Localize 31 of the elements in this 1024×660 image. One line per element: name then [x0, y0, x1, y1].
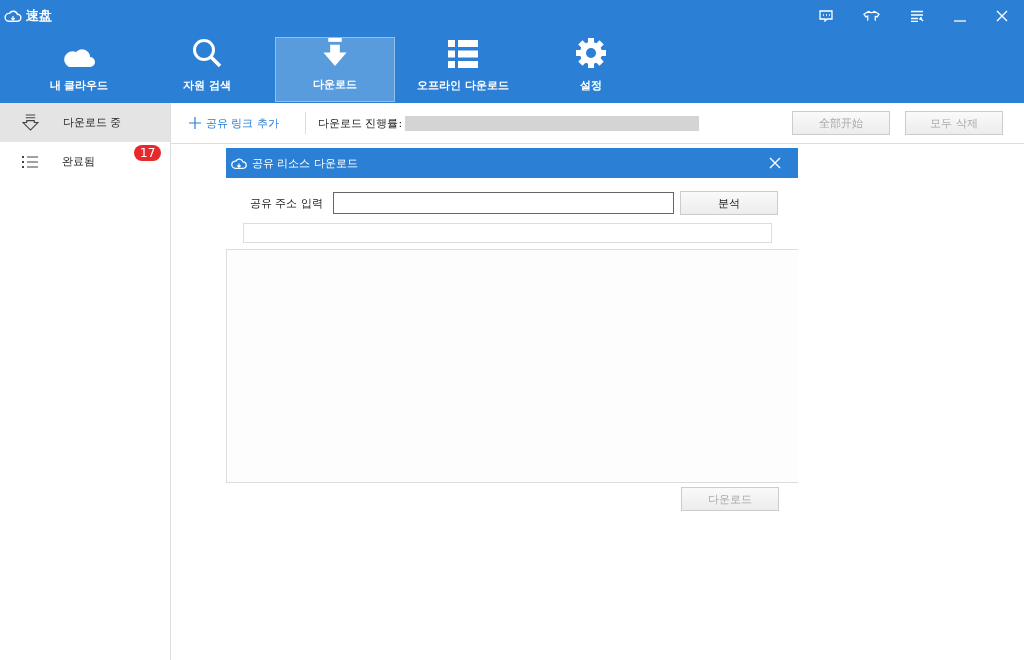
dialog-title: 공유 리소스 다운로드: [252, 155, 358, 171]
nav-tab[interactable]: 오프라인 다운로드: [403, 37, 523, 102]
cloud-icon: [4, 9, 22, 23]
list-icon: [22, 154, 38, 169]
address-field[interactable]: [333, 192, 674, 214]
close-icon[interactable]: [996, 10, 1008, 22]
close-icon[interactable]: [769, 157, 781, 169]
shirt-icon[interactable]: [863, 10, 880, 22]
nav-tab[interactable]: 다운로드: [275, 37, 395, 102]
list-icon: [448, 40, 478, 68]
nav-tab[interactable]: 내 클라우드: [19, 37, 139, 102]
download-icon: [22, 114, 39, 131]
analyze-button[interactable]: 분석: [680, 191, 778, 215]
info-field[interactable]: [243, 223, 772, 243]
app-title: 速盘: [26, 7, 52, 25]
message-icon[interactable]: [819, 10, 833, 22]
nav-tab[interactable]: 자원 검색: [147, 37, 267, 102]
cloud-icon: [231, 156, 247, 170]
count-badge: 17: [134, 145, 162, 161]
nav-tab[interactable]: 설정: [531, 37, 651, 102]
progress-label: 다운로드 진행률:: [318, 115, 403, 131]
sidebar-item[interactable]: 다운로드 중: [0, 103, 170, 142]
address-label: 공유 주소 입력: [250, 195, 324, 211]
search-icon: [192, 38, 222, 68]
plus-icon: [189, 117, 201, 129]
download-icon: [322, 38, 348, 67]
cloud-icon: [63, 46, 95, 68]
menu-icon[interactable]: [910, 10, 924, 22]
add-link-button[interactable]: 공유 링크 추가: [189, 115, 279, 131]
sidebar-item[interactable]: 완료됨 17: [0, 142, 170, 181]
settings-icon: [576, 38, 606, 68]
